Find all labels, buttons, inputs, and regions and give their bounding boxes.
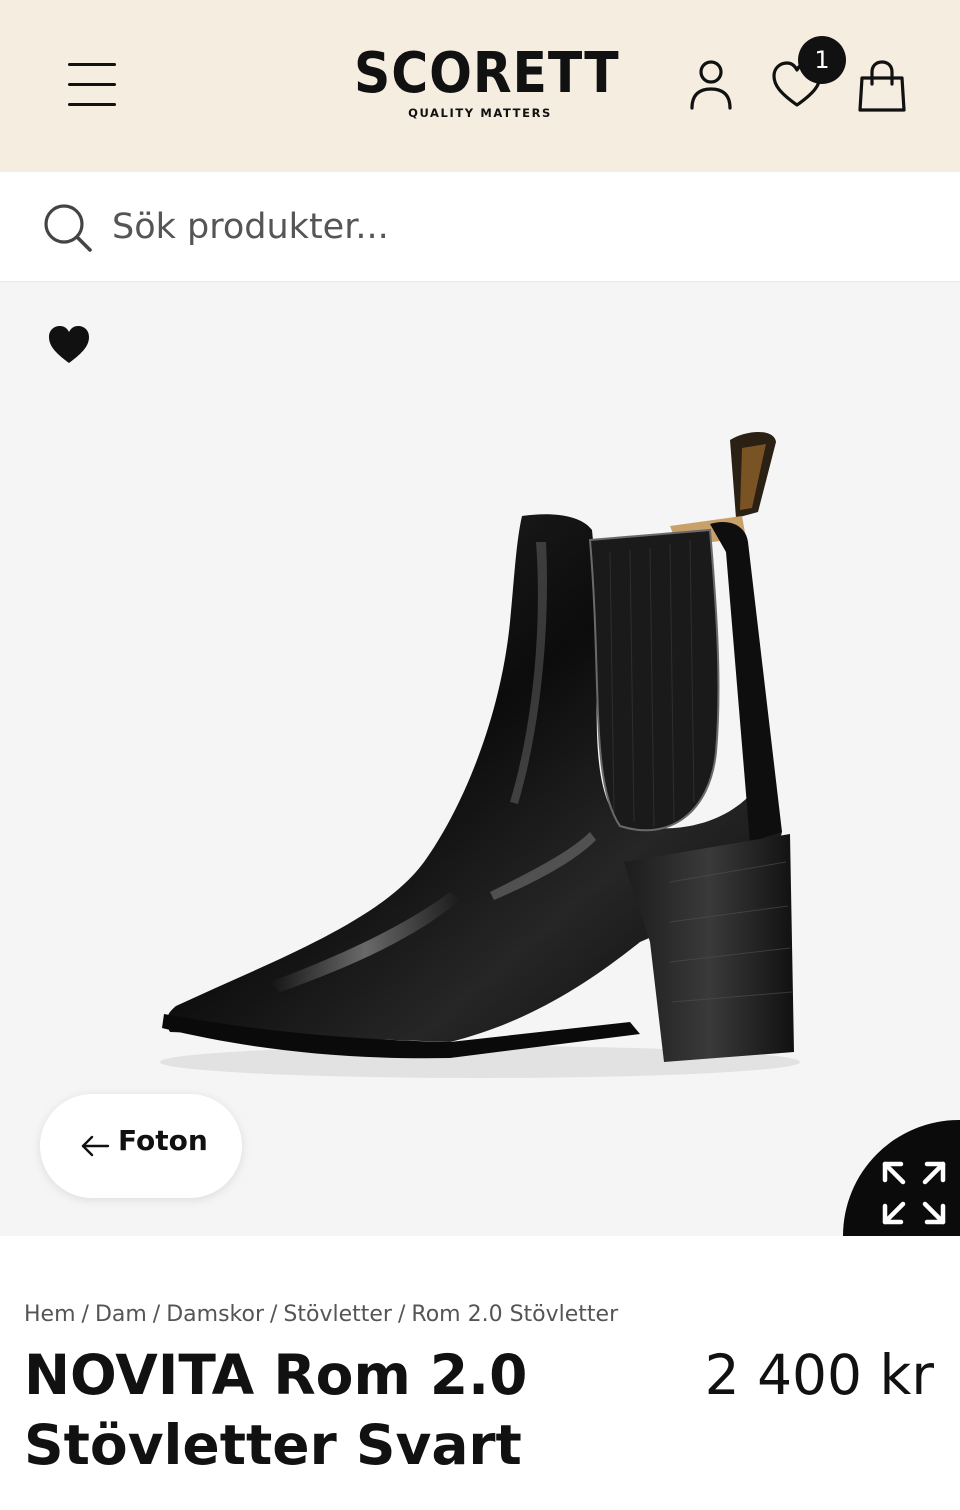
search-input[interactable] [112,196,912,258]
fullscreen-button[interactable] [843,1120,960,1236]
breadcrumb-item-dam[interactable]: Dam [95,1302,147,1327]
photos-back-button[interactable]: Foton [40,1094,242,1198]
breadcrumb-item-stovletter[interactable]: Stövletter [283,1302,392,1327]
menu-icon[interactable] [66,60,120,110]
product-price: 2 400 kr [704,1343,934,1407]
breadcrumb-separator: / [397,1302,406,1327]
breadcrumb-item-damskor[interactable]: Damskor [166,1302,264,1327]
menu-icon-line [68,63,116,66]
breadcrumb-separator: / [152,1302,161,1327]
site-header: SCORETT QUALITY MATTERS 1 [0,0,960,172]
expand-icon [882,1161,946,1225]
site-logo[interactable]: SCORETT QUALITY MATTERS [340,44,620,124]
product-title: NOVITA Rom 2.0 Stövletter Svart [24,1340,644,1480]
menu-icon-line [68,83,116,86]
account-icon[interactable] [686,58,736,112]
wishlist-count-badge: 1 [798,36,846,84]
product-gallery: Foton [0,282,960,1236]
breadcrumb-item-hem[interactable]: Hem [24,1302,76,1327]
search-icon[interactable] [40,200,96,256]
heart-icon[interactable] [46,322,92,368]
photos-back-label: Foton [118,1124,208,1157]
product-image[interactable] [150,422,810,1092]
breadcrumb: Hem / Dam / Damskor / Stövletter / Rom 2.0 Stövl… [24,1302,618,1327]
menu-icon-line [68,103,116,106]
arrow-left-icon [81,1135,110,1157]
breadcrumb-separator: / [270,1302,278,1327]
logo-tagline: QUALITY MATTERS [408,106,552,120]
product-brand: NOVITA [24,1343,255,1407]
search-bar [0,172,960,282]
breadcrumb-item-rom[interactable]: Rom 2.0 Stövletter [411,1302,618,1327]
logo-wordmark: SCORETT [354,41,620,106]
shopping-bag-icon[interactable] [854,58,910,114]
breadcrumb-separator: / [81,1302,89,1327]
